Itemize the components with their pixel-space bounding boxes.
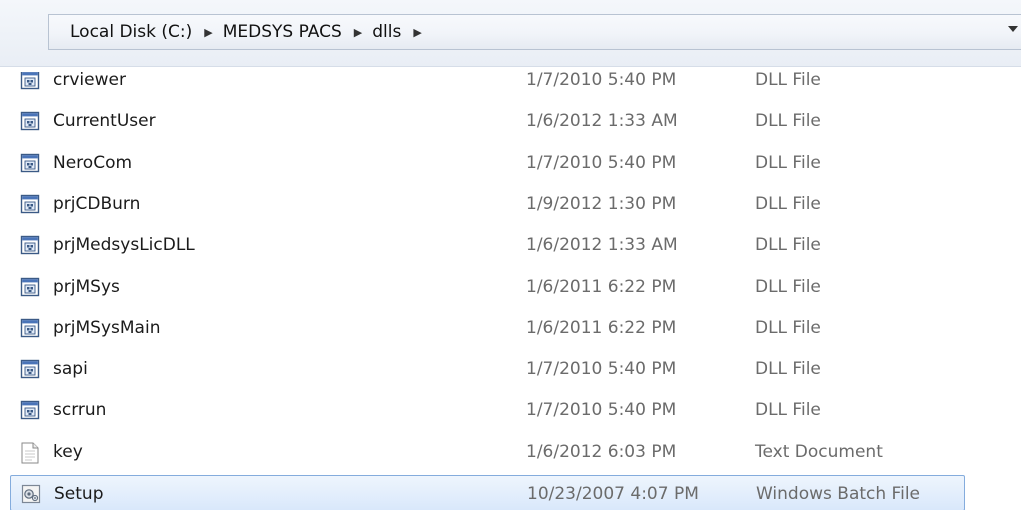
file-row[interactable]: NeroCom 1/7/2010 5:40 PM DLL File bbox=[10, 145, 965, 181]
dll-file-icon bbox=[20, 359, 40, 379]
breadcrumb: Local Disk (C:) ▶ MEDSYS PACS ▶ dlls ▶ bbox=[70, 19, 432, 45]
file-type: DLL File bbox=[755, 359, 821, 380]
file-type: Text Document bbox=[755, 441, 883, 462]
file-date-modified: 10/23/2007 4:07 PM bbox=[527, 484, 699, 504]
dll-file-icon bbox=[20, 194, 40, 214]
file-name: key bbox=[53, 441, 83, 462]
dll-file-icon bbox=[20, 111, 40, 131]
file-name: crviewer bbox=[53, 72, 126, 90]
dll-file-icon bbox=[20, 400, 40, 420]
file-name: NeroCom bbox=[53, 152, 133, 173]
file-date-modified: 1/9/2012 1:30 PM bbox=[526, 193, 677, 214]
dll-file-icon bbox=[20, 277, 40, 297]
file-name: prjCDBurn bbox=[53, 193, 141, 214]
breadcrumb-arrow-icon[interactable]: ▶ bbox=[407, 26, 431, 39]
file-type: DLL File bbox=[755, 193, 821, 214]
breadcrumb-item-medsys-pacs[interactable]: MEDSYS PACS bbox=[223, 22, 348, 42]
file-row[interactable]: scrrun 1/7/2010 5:40 PM DLL File bbox=[10, 392, 965, 428]
breadcrumb-arrow-icon[interactable]: ▶ bbox=[198, 26, 222, 39]
file-row[interactable]: CurrentUser 1/6/2012 1:33 AM DLL File bbox=[10, 103, 965, 139]
file-name: prjMSys bbox=[53, 276, 120, 297]
file-date-modified: 1/6/2012 1:33 AM bbox=[526, 235, 678, 256]
file-row[interactable]: prjMSys 1/6/2011 6:22 PM DLL File bbox=[10, 269, 965, 305]
file-name: sapi bbox=[53, 359, 88, 380]
file-type: DLL File bbox=[755, 72, 821, 90]
file-type: DLL File bbox=[755, 317, 821, 338]
file-date-modified: 1/6/2011 6:22 PM bbox=[526, 276, 677, 297]
file-name: prjMedsysLicDLL bbox=[53, 235, 195, 256]
file-row[interactable]: Setup 10/23/2007 4:07 PM Windows Batch Fil… bbox=[10, 475, 965, 510]
file-date-modified: 1/7/2010 5:40 PM bbox=[526, 72, 677, 90]
file-type: DLL File bbox=[755, 111, 821, 132]
file-date-modified: 1/6/2011 6:22 PM bbox=[526, 317, 677, 338]
file-type: DLL File bbox=[755, 235, 821, 256]
text-file-icon bbox=[20, 442, 40, 464]
file-date-modified: 1/6/2012 6:03 PM bbox=[526, 441, 677, 462]
file-date-modified: 1/7/2010 5:40 PM bbox=[526, 400, 677, 421]
file-type: DLL File bbox=[755, 400, 821, 421]
address-dropdown-icon[interactable] bbox=[1008, 26, 1018, 32]
file-name: Setup bbox=[54, 484, 104, 504]
file-row[interactable]: prjMedsysLicDLL 1/6/2012 1:33 AM DLL File bbox=[10, 227, 965, 263]
address-bar: Local Disk (C:) ▶ MEDSYS PACS ▶ dlls ▶ bbox=[0, 0, 1021, 67]
file-row[interactable]: key 1/6/2012 6:03 PM Text Document bbox=[10, 434, 965, 470]
file-row[interactable]: prjMSysMain 1/6/2011 6:22 PM DLL File bbox=[10, 310, 965, 346]
batch-file-icon bbox=[21, 484, 41, 504]
breadcrumb-item-local-disk[interactable]: Local Disk (C:) bbox=[70, 22, 198, 42]
file-type: Windows Batch File bbox=[756, 484, 921, 504]
dll-file-icon bbox=[20, 235, 40, 255]
breadcrumb-arrow-icon[interactable]: ▶ bbox=[348, 26, 372, 39]
file-row[interactable]: sapi 1/7/2010 5:40 PM DLL File bbox=[10, 351, 965, 387]
file-row[interactable]: prjCDBurn 1/9/2012 1:30 PM DLL File bbox=[10, 186, 965, 222]
breadcrumb-item-dlls[interactable]: dlls bbox=[372, 22, 407, 42]
dll-file-icon bbox=[20, 153, 40, 173]
dll-file-icon bbox=[20, 318, 40, 338]
file-date-modified: 1/7/2010 5:40 PM bbox=[526, 152, 677, 173]
file-name: prjMSysMain bbox=[53, 317, 161, 338]
file-row[interactable]: crviewer 1/7/2010 5:40 PM DLL File bbox=[10, 72, 965, 98]
file-list: crviewer 1/7/2010 5:40 PM DLL File CurrentU… bbox=[0, 72, 1021, 510]
file-type: DLL File bbox=[755, 276, 821, 297]
file-type: DLL File bbox=[755, 152, 821, 173]
file-name: scrrun bbox=[53, 400, 107, 421]
file-name: CurrentUser bbox=[53, 111, 156, 132]
dll-file-icon bbox=[20, 72, 40, 90]
file-date-modified: 1/6/2012 1:33 AM bbox=[526, 111, 678, 132]
file-date-modified: 1/7/2010 5:40 PM bbox=[526, 359, 677, 380]
